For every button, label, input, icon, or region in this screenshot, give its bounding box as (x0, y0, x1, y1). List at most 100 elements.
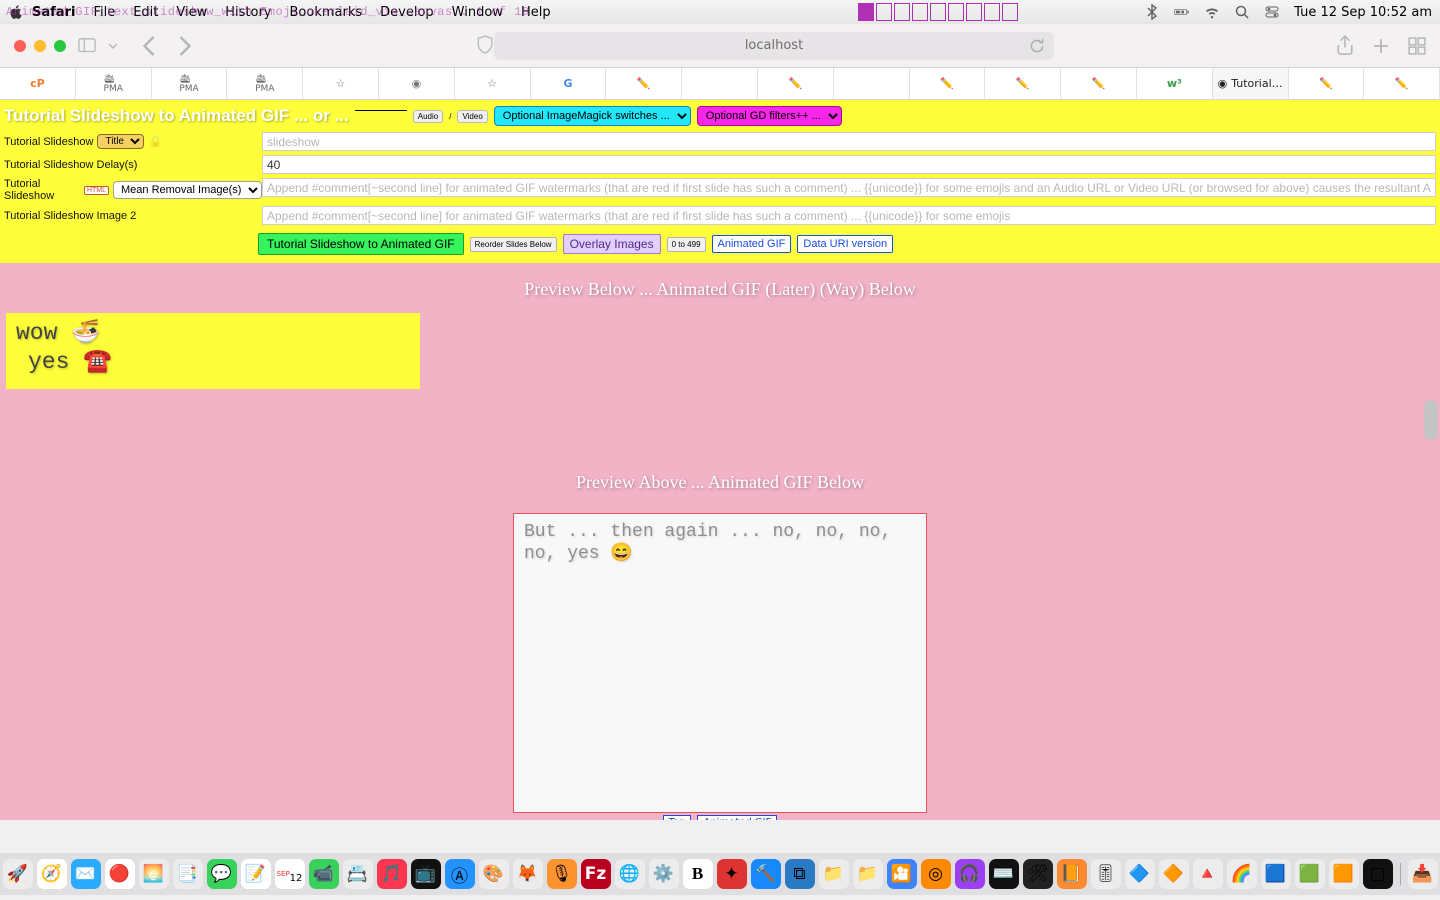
wifi-icon[interactable] (1204, 4, 1220, 20)
dock-firefox[interactable]: 🦊 (513, 859, 543, 889)
video-button[interactable]: Video (457, 110, 487, 123)
dock-messages[interactable]: 💬 (207, 859, 237, 889)
fav-circle[interactable]: ◉ (379, 68, 455, 99)
dock-orange[interactable]: ◎ (921, 859, 951, 889)
new-tab-icon[interactable] (1372, 37, 1390, 55)
dock-settings[interactable]: ⚙️ (649, 859, 679, 889)
dock-filezilla[interactable]: Fz (581, 859, 611, 889)
image-effect-select[interactable]: Mean Removal Image(s) (113, 181, 262, 199)
menu-history[interactable]: History (225, 5, 271, 20)
fav-star-2[interactable]: ☆ (455, 68, 531, 99)
fav-pma-1[interactable]: 🛳PMA (76, 68, 152, 99)
convert-button[interactable]: Tutorial Slideshow to Animated GIF (258, 233, 464, 255)
dock-safari[interactable]: 🧭 (37, 859, 67, 889)
dock-folder1[interactable]: 📁 (819, 859, 849, 889)
dock-launchpad[interactable]: 🚀 (3, 859, 33, 889)
fav-tutorial-active[interactable]: ◉ Tutorial… (1213, 68, 1289, 99)
dock-app-g5[interactable]: 🟧 (1329, 859, 1359, 889)
dock-app-g2[interactable]: 🔶 (1159, 859, 1189, 889)
data-uri-link[interactable]: Data URI version (797, 235, 893, 253)
title-input[interactable] (262, 132, 1436, 151)
dock-xcode[interactable]: 🔨 (751, 859, 781, 889)
fav-pencil-7[interactable]: ✏️ (1364, 68, 1440, 99)
fav-w3[interactable]: w³ (1137, 68, 1213, 99)
fav-pencil-1[interactable]: ✏️ (606, 68, 682, 99)
dock-paint[interactable]: 🎨 (479, 859, 509, 889)
dock-facetime[interactable]: 📹 (309, 859, 339, 889)
app-menu[interactable]: Safari (32, 5, 75, 20)
dock-mail[interactable]: ✉️ (71, 859, 101, 889)
search-icon[interactable] (1234, 4, 1250, 20)
fav-pma-3[interactable]: 🛳PMA (227, 68, 303, 99)
dock-cmake[interactable]: 🔺 (1193, 859, 1223, 889)
fav-cpanel[interactable]: cP (0, 68, 76, 99)
dock-podcasts[interactable]: 🎧 (955, 859, 985, 889)
dock-appstore[interactable]: Ⓐ (445, 859, 475, 889)
forward-button[interactable] (176, 37, 194, 55)
image2-input[interactable] (262, 206, 1436, 225)
dock-app-b[interactable]: B (683, 859, 713, 889)
dock-contacts[interactable]: 📇 (343, 859, 373, 889)
fav-pencil-4[interactable]: ✏️ (985, 68, 1061, 99)
chevron-down-icon[interactable] (108, 37, 118, 55)
fav-blank-1[interactable] (682, 68, 758, 99)
animated-gif-link[interactable]: Animated GIF (712, 235, 792, 253)
dock-downloads[interactable]: 📥 (1408, 859, 1438, 889)
privacy-shield-icon[interactable] (476, 37, 494, 55)
dock-zoom[interactable]: 🎦 (887, 859, 917, 889)
reorder-button[interactable]: Reorder Slides Below (470, 237, 557, 252)
menu-window[interactable]: Window (452, 5, 503, 20)
dock-vscode[interactable]: ⧉ (785, 859, 815, 889)
fav-pencil-5[interactable]: ✏️ (1061, 68, 1137, 99)
menu-view[interactable]: View (176, 5, 207, 20)
dock-terminal2[interactable]: ▢ (1363, 859, 1393, 889)
fav-pencil-2[interactable]: ✏️ (758, 68, 834, 99)
imagemagick-select[interactable]: Optional ImageMagick switches ... (494, 106, 691, 126)
image1-input[interactable] (262, 178, 1436, 197)
fav-pencil-6[interactable]: ✏️ (1289, 68, 1365, 99)
dock-photos[interactable]: 🌅 (139, 859, 169, 889)
menu-file[interactable]: File (93, 5, 115, 20)
fav-pencil-3[interactable]: ✏️ (910, 68, 986, 99)
dock-folder2[interactable]: 📁 (853, 859, 883, 889)
menubar-clock[interactable]: Tue 12 Sep 10:52 am (1294, 5, 1432, 20)
title-select[interactable]: Title (97, 134, 144, 149)
dock-music[interactable]: 🎵 (377, 859, 407, 889)
fav-google[interactable]: G (531, 68, 607, 99)
dock-terminal1[interactable]: ⌨️ (989, 859, 1019, 889)
dock-chrome[interactable]: 🌈 (1227, 859, 1257, 889)
minimize-window[interactable] (34, 40, 46, 52)
dock-reminders[interactable]: 📑 (173, 859, 203, 889)
close-window[interactable] (14, 40, 26, 52)
menu-help[interactable]: Help (521, 5, 551, 20)
range-button[interactable]: 0 to 499 (667, 237, 706, 252)
sidebar-toggle-icon[interactable] (78, 37, 96, 55)
audio-button[interactable]: Audio (413, 110, 443, 123)
dock-calendar[interactable]: SEP12 (275, 859, 305, 889)
dock-app-g4[interactable]: 🟩 (1295, 859, 1325, 889)
dock-dev[interactable]: 🛠 (1023, 859, 1053, 889)
fav-pma-2[interactable]: 🛳PMA (152, 68, 228, 99)
dock-opera[interactable]: 🔴 (105, 859, 135, 889)
menu-edit[interactable]: Edit (133, 5, 158, 20)
zoom-window[interactable] (54, 40, 66, 52)
page-content[interactable]: Tutorial Slideshow to Animated GIF ... o… (0, 100, 1440, 820)
control-center-icon[interactable] (1264, 4, 1280, 20)
dock-app-red[interactable]: ✦ (717, 859, 747, 889)
menu-bookmarks[interactable]: Bookmarks (290, 5, 363, 20)
tab-overview-icon[interactable] (1408, 37, 1426, 55)
share-icon[interactable] (1336, 37, 1354, 55)
dock-audacity[interactable]: 🎚 (1091, 859, 1121, 889)
apple-logo-icon[interactable] (8, 4, 24, 20)
address-bar[interactable]: localhost (494, 32, 1054, 60)
gd-filters-select[interactable]: Optional GD filters++ ... (697, 106, 842, 126)
scrollbar-thumb[interactable] (1424, 400, 1438, 440)
blank-input-underline[interactable] (355, 110, 407, 111)
dock-tv[interactable]: 📺 (411, 859, 441, 889)
overlay-images-button[interactable]: Overlay Images (563, 234, 661, 254)
battery-icon[interactable] (1174, 4, 1190, 20)
menu-develop[interactable]: Develop (380, 5, 434, 20)
dock-chrome2[interactable]: 🌐 (615, 859, 645, 889)
fav-star-1[interactable]: ☆ (303, 68, 379, 99)
bluetooth-icon[interactable] (1144, 4, 1160, 20)
